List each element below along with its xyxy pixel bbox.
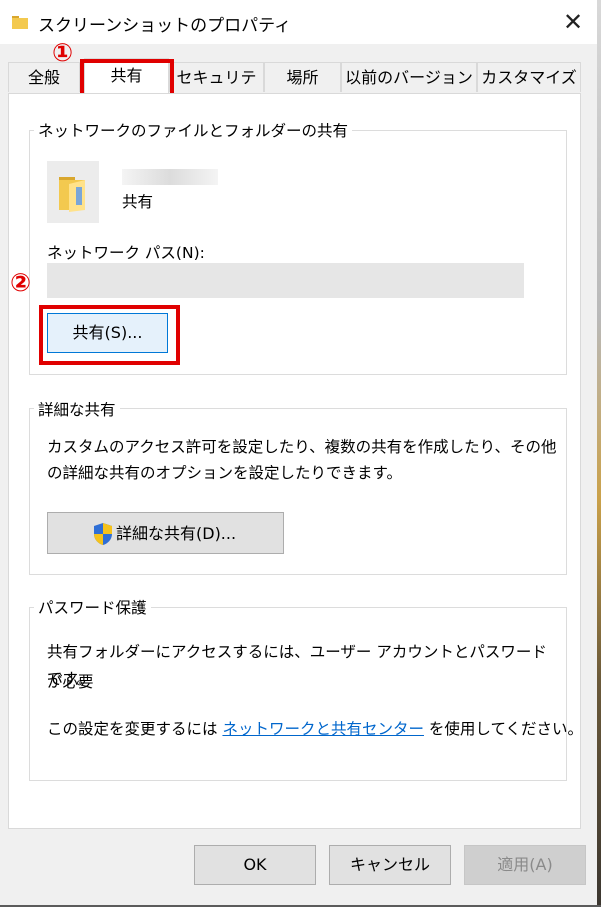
- change-setting-sentence: この設定を変更するには ネットワークと共有センター を使用してください。: [47, 714, 583, 744]
- network-path-field[interactable]: [47, 263, 524, 298]
- folder-icon: [11, 14, 29, 34]
- cancel-button[interactable]: キャンセル: [329, 845, 451, 885]
- password-description-2: です。: [47, 670, 92, 688]
- uac-shield-icon: [92, 522, 114, 550]
- advanced-sharing-description-2: の詳細な共有のオプションを設定したりできます。: [47, 464, 402, 482]
- share-button[interactable]: 共有(S)...: [47, 313, 168, 353]
- network-sharing-title: ネットワークのファイルとフォルダーの共有: [34, 119, 353, 141]
- change-setting-suffix: を使用してください。: [428, 720, 583, 738]
- network-sharing-center-link[interactable]: ネットワークと共有センター: [222, 720, 424, 738]
- advanced-sharing-button[interactable]: 詳細な共有(D)...: [47, 512, 284, 554]
- shared-folder-icon: [47, 161, 99, 223]
- advanced-sharing-button-label: 詳細な共有(D)...: [116, 524, 237, 543]
- ok-button[interactable]: OK: [194, 845, 316, 885]
- change-setting-prefix: この設定を変更するには: [47, 720, 218, 738]
- annotation-marker-1: ①: [52, 38, 74, 67]
- folder-name-redacted: [122, 169, 218, 185]
- desktop-background-edge: [597, 0, 601, 907]
- annotation-marker-2: ②: [10, 268, 32, 297]
- tab-previous-versions[interactable]: 以前のバージョン: [341, 62, 477, 92]
- close-button[interactable]: ✕: [557, 6, 589, 38]
- tab-location[interactable]: 場所: [264, 62, 341, 92]
- window-title: スクリーンショットのプロパティ: [38, 16, 292, 36]
- advanced-sharing-title: 詳細な共有: [34, 398, 120, 420]
- folder-sharing-status: 共有: [122, 193, 154, 211]
- tab-customize[interactable]: カスタマイズ: [477, 62, 581, 92]
- password-protection-title: パスワード保護: [34, 596, 151, 618]
- tab-security[interactable]: セキュリティ: [169, 62, 264, 117]
- apply-button[interactable]: 適用(A): [464, 845, 586, 885]
